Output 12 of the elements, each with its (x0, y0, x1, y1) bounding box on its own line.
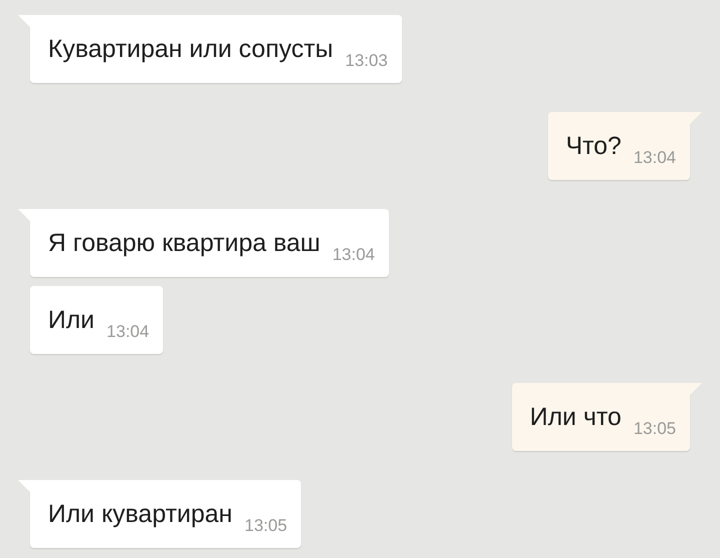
message-text: Кувартиран или сопусты (48, 34, 334, 64)
message-time: 13:04 (106, 322, 150, 342)
message-time: 13:04 (633, 148, 676, 168)
message-text: Я говарю квартира ваш (48, 228, 320, 258)
message-time: 13:03 (345, 51, 388, 71)
message-text: Или (48, 305, 95, 335)
message-text: Что? (566, 131, 622, 161)
message-time: 13:04 (332, 245, 375, 265)
message-text: Или что (530, 402, 622, 432)
message-text: Или кувартиран (48, 499, 232, 529)
message-time: 13:05 (244, 516, 288, 536)
message-time: 13:05 (633, 419, 676, 439)
